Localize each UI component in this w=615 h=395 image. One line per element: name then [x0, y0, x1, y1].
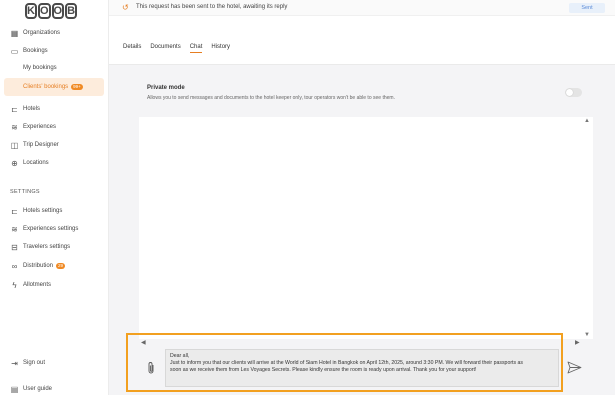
history-icon: ↺: [122, 3, 129, 12]
count-badge: 29: [56, 263, 66, 269]
sidebar-item-hotels[interactable]: ⊏ Hotels: [0, 100, 109, 118]
sidebar-item-label: Allotments: [23, 282, 52, 288]
tab-documents[interactable]: Documents: [150, 44, 180, 53]
document-icon: ▤: [10, 384, 19, 394]
logo-letter: O: [37, 3, 51, 19]
sidebar-item-trip-designer[interactable]: ◫ Trip Designer: [0, 136, 109, 154]
sidebar-item-label: My bookings: [23, 65, 57, 71]
sidebar-item-locations[interactable]: ⊕ Locations: [0, 154, 109, 172]
sidebar-item-clients-bookings[interactable]: Clients' bookings 99+: [4, 78, 104, 96]
sidebar-item-experiences-settings[interactable]: ≋ Experiences settings: [0, 220, 109, 238]
tab-history[interactable]: History: [211, 44, 230, 53]
sidebar-item-bookings[interactable]: ▭ Bookings: [0, 42, 109, 60]
building-icon: ▦: [10, 28, 19, 38]
sidebar-item-label: Experiences: [23, 124, 57, 130]
layers-icon: ≋: [11, 122, 18, 132]
logo-letter: B: [65, 3, 78, 19]
link-icon: ∞: [11, 261, 18, 271]
bed-icon: ⊏: [11, 104, 18, 114]
settings-section-title: SETTINGS: [10, 189, 40, 195]
tab-details[interactable]: Details: [123, 44, 141, 53]
vertical-scrollbar[interactable]: ▲ ▼: [581, 117, 593, 339]
sidebar: K O O B ▦ Organizations ▭ Bookings My bo…: [0, 0, 109, 395]
sidebar-item-label: Distribution: [23, 263, 54, 269]
logo-letter: K: [25, 3, 37, 19]
sidebar-item-label: Sign out: [23, 360, 46, 366]
attachment-icon[interactable]: [146, 361, 158, 375]
sidebar-item-label: Organizations: [23, 30, 61, 36]
logo-letter: O: [51, 3, 65, 19]
message-input[interactable]: Dear all, Just to inform you that our cl…: [165, 349, 559, 387]
tab-chat[interactable]: Chat: [189, 44, 202, 53]
sidebar-item-organizations[interactable]: ▦ Organizations: [0, 24, 109, 42]
tab-bar: Details Documents Chat History: [123, 44, 230, 53]
count-badge: 99+: [71, 84, 83, 90]
bed-icon: ⊏: [11, 206, 18, 216]
send-icon[interactable]: [567, 361, 583, 375]
sidebar-item-hotels-settings[interactable]: ⊏ Hotels settings: [0, 202, 109, 220]
bolt-icon: ϟ: [12, 280, 17, 290]
sidebar-item-label: Bookings: [23, 48, 48, 54]
sidebar-item-label: Hotels: [23, 106, 41, 112]
sidebar-item-label: Hotels settings: [23, 208, 63, 214]
globe-icon: ⊕: [11, 158, 18, 168]
private-mode-toggle[interactable]: [565, 88, 582, 97]
message-line: soon as we receive them from Les Voyages…: [170, 367, 477, 373]
sidebar-item-experiences[interactable]: ≋ Experiences: [0, 118, 109, 136]
sidebar-item-label: User guide: [23, 386, 53, 392]
sidebar-item-my-bookings[interactable]: My bookings: [0, 59, 109, 77]
chat-messages-area[interactable]: [139, 117, 593, 339]
private-mode-description: Allows you to send messages and document…: [147, 95, 395, 101]
status-banner: ↺ This request has been sent to the hote…: [109, 0, 615, 16]
sidebar-item-label: Trip Designer: [23, 142, 59, 148]
sidebar-item-label: Locations: [23, 160, 49, 166]
sidebar-item-label: Experiences settings: [23, 226, 79, 232]
sidebar-item-travelers-settings[interactable]: ⊟ Travelers settings: [0, 238, 109, 256]
sidebar-item-label: Clients' bookings: [23, 84, 69, 90]
bookings-icon: ▭: [10, 46, 19, 56]
map-icon: ◫: [10, 140, 19, 150]
layers-icon: ≋: [11, 224, 18, 234]
private-mode-title: Private mode: [147, 85, 185, 91]
paperclip-svg: [148, 362, 154, 374]
scroll-up-arrow-icon[interactable]: ▲: [584, 118, 590, 124]
user-guide-link[interactable]: ▤ User guide: [0, 380, 109, 395]
sent-status-button[interactable]: Sent: [569, 3, 605, 13]
scroll-right-arrow-icon[interactable]: ▶: [575, 339, 580, 346]
message-line: Dear all,: [170, 353, 190, 359]
private-mode-section: Private mode Allows you to send messages…: [139, 75, 597, 108]
status-message: This request has been sent to the hotel,…: [136, 4, 288, 10]
message-line: Just to inform you that our clients will…: [170, 360, 524, 366]
sign-out-icon: ⇥: [11, 358, 18, 368]
scroll-down-arrow-icon[interactable]: ▼: [584, 332, 590, 338]
sidebar-item-allotments[interactable]: ϟ Allotments: [0, 276, 109, 294]
sidebar-item-distribution[interactable]: ∞ Distribution 29: [0, 257, 109, 275]
suitcase-icon: ⊟: [11, 242, 18, 252]
sidebar-item-label: Travelers settings: [23, 244, 71, 250]
sign-out-button[interactable]: ⇥ Sign out: [0, 354, 109, 372]
send-svg: [567, 361, 582, 374]
koob-logo[interactable]: K O O B: [25, 3, 78, 19]
